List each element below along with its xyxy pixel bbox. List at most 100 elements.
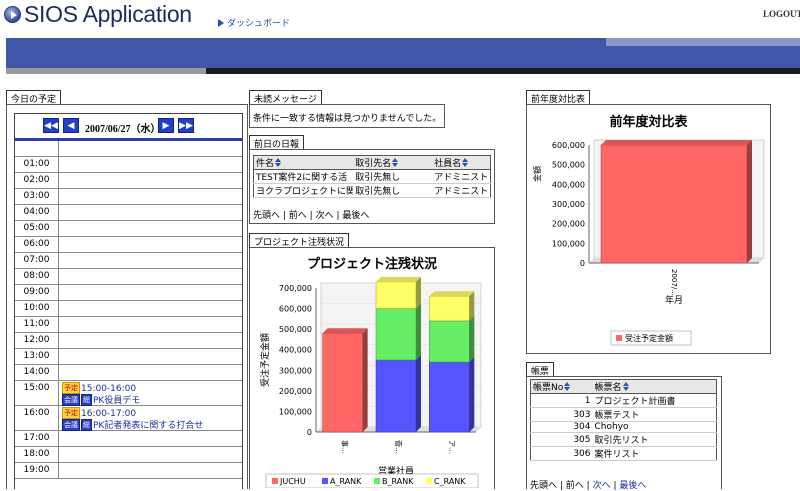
daily-col-header[interactable]: 件名 [253, 155, 354, 170]
table-row[interactable]: 305 取引先リスト [530, 432, 717, 447]
y-tick-label: 500,000 [552, 161, 585, 170]
tab-project[interactable]: プロジェクト注残状況 [249, 233, 350, 248]
breadcrumb[interactable]: ダッシュボード [218, 16, 290, 29]
project-chart: 0 100,000 200,000 300,000 400,000 500,000 600,… [259, 276, 482, 488]
y-tick-label: 300,000 [552, 200, 585, 209]
forms-col-header[interactable]: 帳票No [530, 379, 593, 394]
calendar-row[interactable]: 17:00 [15, 431, 242, 447]
column-label[interactable]: 件名 [256, 159, 274, 169]
calendar-row[interactable]: 01:00 [15, 157, 242, 173]
table-row[interactable]: 303 帳票テスト [530, 407, 717, 422]
calendar-row[interactable]: 13:00 [15, 349, 242, 365]
y-axis-label: 金額 [532, 166, 542, 182]
sort-icon[interactable] [564, 382, 571, 391]
prev-week-icon[interactable]: ◀◀ [43, 118, 59, 133]
header-divider [206, 68, 800, 74]
legend-swatch [616, 335, 622, 341]
pager-link[interactable]: 次へ [593, 481, 611, 491]
pager-link[interactable]: 前へ [566, 481, 584, 491]
tab-unread[interactable]: 未読メッセージ [249, 90, 322, 105]
y-tick-label: 600,000 [552, 141, 585, 150]
sort-icon[interactable] [392, 158, 399, 167]
tab-forms[interactable]: 帳票 [526, 362, 555, 377]
pager-link[interactable]: 先頭へ [530, 481, 557, 491]
daily-col-header[interactable]: 社員名 [432, 155, 491, 170]
table-cell[interactable]: プロジェクト計画書 [592, 393, 717, 408]
pager-link[interactable]: 先頭へ [253, 211, 280, 221]
calendar-row[interactable]: 19:00 [15, 463, 242, 479]
calendar-row[interactable]: 09:00 [15, 285, 242, 301]
sort-icon[interactable] [462, 158, 469, 167]
calendar-row[interactable]: 11:00 [15, 317, 242, 333]
table-row[interactable]: ヨクラプロジェクトに関す 取引先無し アドミニスト [253, 183, 491, 198]
calendar-row[interactable]: 14:00 [15, 365, 242, 381]
calendar-hour: 01:00 [15, 157, 59, 172]
bar-juchu-side [362, 328, 368, 432]
calendar-hour: 17:00 [15, 431, 59, 446]
table-cell: 取引先無し [353, 183, 433, 198]
table-row[interactable]: TEST案件2に関する活 取引先無し アドミニスト [253, 169, 491, 184]
pager-link[interactable]: 最後へ [342, 211, 369, 221]
column-label[interactable]: 取引先名 [355, 159, 391, 169]
calendar-event-title[interactable]: 会議総 PK役員デモ [62, 393, 140, 406]
y-tick-label: 0 [580, 259, 585, 268]
calendar-row[interactable]: 15:00 予定 15:00-16:00 会議総 PK役員デモ [15, 381, 242, 406]
table-cell[interactable]: TEST案件2に関する活 [253, 169, 354, 184]
pager-separator: | [306, 211, 316, 221]
bar-a_rank [375, 359, 417, 433]
calendar-event-title[interactable]: 会議総 PK記者発表に関する打合せ [62, 418, 203, 431]
column-label[interactable]: 社員名 [434, 159, 461, 169]
next-day-icon[interactable]: ▶ [158, 118, 174, 133]
calendar-row[interactable]: 07:00 [15, 253, 242, 269]
calendar-row[interactable]: 05:00 [15, 221, 242, 237]
calendar-row[interactable]: 16:00 予定 16:00-17:00 会議総 PK記者発表に関する打合せ [15, 406, 242, 431]
table-cell[interactable]: 案件リスト [592, 446, 717, 461]
next-week-icon[interactable]: ▶▶ [178, 118, 194, 133]
table-cell[interactable]: 取引先リスト [592, 432, 717, 447]
pager-link[interactable]: 最後へ [619, 481, 646, 491]
calendar-row[interactable]: 02:00 [15, 173, 242, 189]
calendar-row[interactable]: 12:00 [15, 333, 242, 349]
column-label[interactable]: 帳票名 [595, 383, 622, 393]
y-tick-label: 500,000 [279, 325, 312, 334]
pager-link[interactable]: 次へ [316, 211, 334, 221]
table-cell[interactable]: 帳票テスト [592, 407, 717, 422]
tab-today[interactable]: 今日の予定 [6, 90, 62, 105]
bar-c_rank-side [469, 291, 475, 321]
column-label[interactable]: 帳票No [533, 383, 563, 393]
calendar-hour: 11:00 [15, 317, 59, 332]
table-row[interactable]: 306 案件リスト [530, 446, 717, 461]
event-title-link[interactable]: PK記者発表に関する打合せ [93, 421, 203, 431]
calendar-row[interactable]: 08:00 [15, 269, 242, 285]
calendar-row-allday[interactable] [15, 141, 242, 157]
calendar-row[interactable]: 06:00 [15, 237, 242, 253]
sort-icon[interactable] [622, 382, 630, 391]
prev-day-icon[interactable]: ◀ [63, 118, 79, 133]
calendar-row[interactable]: 10:00 [15, 301, 242, 317]
calendar-row[interactable]: 04:00 [15, 205, 242, 221]
legend-label: B_RANK [382, 477, 414, 486]
unread-empty-text: 条件に一致する情報は見つかりませんでした。 [253, 114, 442, 124]
table-cell[interactable]: ヨクラプロジェクトに関す [253, 183, 354, 198]
y-tick-label: 100,000 [552, 239, 585, 248]
calendar-hour: 16:00 [15, 406, 59, 430]
forms-col-header[interactable]: 帳票名 [592, 379, 717, 394]
table-row[interactable]: 304 Chohyo [530, 421, 717, 433]
tab-daily[interactable]: 前日の日報 [249, 135, 305, 150]
calendar-hour: 12:00 [15, 333, 59, 348]
logout-link[interactable]: LOGOUT [763, 9, 800, 19]
calendar-row[interactable]: 18:00 [15, 447, 242, 463]
pager-link[interactable]: 前へ [289, 211, 307, 221]
event-title-link[interactable]: PK役員デモ [93, 396, 140, 406]
daily-col-header[interactable]: 取引先名 [353, 155, 433, 170]
sort-icon[interactable] [275, 158, 282, 167]
table-row[interactable]: 1 プロジェクト計画書 [530, 393, 717, 408]
calendar-row[interactable]: 03:00 [15, 189, 242, 205]
tab-yoy[interactable]: 前年度対比表 [526, 90, 591, 105]
yoy-panel: 前年度対比表 0 100,000 200,000 300,000 400,000 500,… [526, 104, 771, 354]
breadcrumb-arrow-icon [218, 19, 224, 27]
bar-juchu-yotei-side [747, 140, 752, 263]
breadcrumb-label[interactable]: ダッシュボード [227, 19, 290, 29]
table-cell[interactable]: Chohyo [592, 421, 717, 433]
daily-panel: 件名 取引先名 社員名 TEST案件2に関する活 取引先無し アドミニスト ヨクラプロジェ… [249, 149, 495, 224]
